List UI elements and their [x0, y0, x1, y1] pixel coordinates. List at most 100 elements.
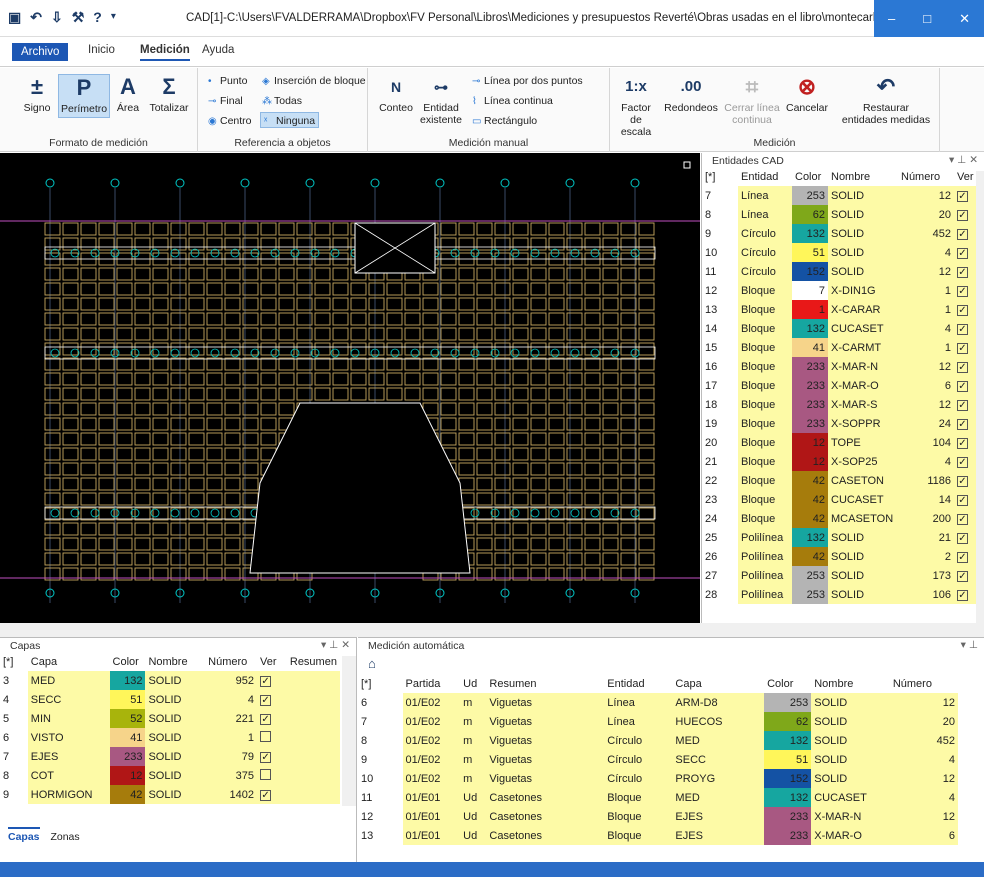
- table-row[interactable]: 25 Polilínea 132 SOLID 21 ✓: [702, 528, 984, 547]
- cad-viewport[interactable]: [0, 153, 700, 623]
- table-row[interactable]: 13 Bloque 1 X-CARAR 1 ✓: [702, 300, 984, 319]
- visible-checkbox[interactable]: ✓: [957, 418, 968, 430]
- table-row[interactable]: 28 Polilínea 253 SOLID 106 ✓: [702, 585, 984, 604]
- visible-checkbox[interactable]: ✓: [260, 675, 272, 687]
- customize-icon[interactable]: ▾: [111, 9, 116, 25]
- visible-checkbox[interactable]: ✓: [957, 266, 968, 278]
- table-row[interactable]: 24 Bloque 42 MCASETON 200 ✓: [702, 509, 984, 528]
- table-row[interactable]: 21 Bloque 12 X-SOP25 4 ✓: [702, 452, 984, 471]
- cancelar-button[interactable]: ⊗ Cancelar: [786, 74, 828, 114]
- table-row[interactable]: 9 01/E02 m Viguetas Círculo SECC 51 SOLID 4: [358, 750, 958, 769]
- close-button[interactable]: ✕: [959, 11, 970, 27]
- visible-checkbox[interactable]: ✓: [957, 494, 968, 506]
- table-row[interactable]: 9 Círculo 132 SOLID 452 ✓: [702, 224, 984, 243]
- signo-button[interactable]: ± Signo: [22, 74, 52, 114]
- table-row[interactable]: 8 Línea 62 SOLID 20 ✓: [702, 205, 984, 224]
- visible-checkbox[interactable]: ✓: [957, 456, 968, 468]
- table-row[interactable]: 8 COT 12 SOLID 375: [0, 766, 340, 785]
- table-row[interactable]: 3 MED 132 SOLID 952 ✓: [0, 671, 340, 690]
- table-row[interactable]: 6 VISTO 41 SOLID 1: [0, 728, 340, 747]
- ninguna-button[interactable]: ˣ Ninguna: [260, 112, 320, 128]
- visible-checkbox[interactable]: ✓: [957, 589, 968, 601]
- table-row[interactable]: 11 Círculo 152 SOLID 12 ✓: [702, 262, 984, 281]
- cerrar-linea-button[interactable]: ⌗ Cerrar línea continua: [722, 74, 782, 126]
- pin-icon[interactable]: ▾ ⊥ ✕: [949, 154, 978, 166]
- table-row[interactable]: 7 EJES 233 SOLID 79 ✓: [0, 747, 340, 766]
- visible-checkbox[interactable]: ✓: [957, 228, 968, 240]
- punto-button[interactable]: • Punto: [208, 73, 247, 89]
- table-row[interactable]: 26 Polilínea 42 SOLID 2 ✓: [702, 547, 984, 566]
- visible-checkbox[interactable]: [260, 768, 272, 780]
- minimize-button[interactable]: –: [888, 11, 895, 26]
- visible-checkbox[interactable]: ✓: [957, 399, 968, 411]
- insercion-button[interactable]: ◈ Inserción de bloque: [262, 73, 366, 89]
- scrollbar[interactable]: [342, 656, 356, 806]
- visible-checkbox[interactable]: ✓: [260, 713, 272, 725]
- tab-capas[interactable]: Capas: [8, 827, 40, 843]
- tab-ayuda[interactable]: Ayuda: [202, 44, 234, 56]
- table-row[interactable]: 11 01/E01 Ud Casetones Bloque MED 132 CUCASET 4: [358, 788, 958, 807]
- factor-escala-button[interactable]: 1:x Factor de escala: [614, 74, 658, 138]
- table-row[interactable]: 14 Bloque 132 CUCASET 4 ✓: [702, 319, 984, 338]
- pin-icon[interactable]: ▾ ⊥: [961, 639, 978, 651]
- todas-button[interactable]: ⁂ Todas: [262, 93, 302, 109]
- tab-zonas[interactable]: Zonas: [50, 831, 79, 843]
- table-row[interactable]: 5 MIN 52 SOLID 221 ✓: [0, 709, 340, 728]
- table-row[interactable]: 6 01/E02 m Viguetas Línea ARM-D8 253 SOLID 12: [358, 693, 958, 712]
- table-row[interactable]: 12 Bloque 7 X-DIN1G 1 ✓: [702, 281, 984, 300]
- visible-checkbox[interactable]: ✓: [957, 513, 968, 525]
- visible-checkbox[interactable]: ✓: [260, 751, 272, 763]
- visible-checkbox[interactable]: ✓: [957, 361, 968, 373]
- visible-checkbox[interactable]: ✓: [957, 380, 968, 392]
- table-row[interactable]: 18 Bloque 233 X-MAR-S 12 ✓: [702, 395, 984, 414]
- table-row[interactable]: 19 Bloque 233 X-SOPPR 24 ✓: [702, 414, 984, 433]
- table-row[interactable]: 15 Bloque 41 X-CARMT 1 ✓: [702, 338, 984, 357]
- table-row[interactable]: 7 01/E02 m Viguetas Línea HUECOS 62 SOLID 20: [358, 712, 958, 731]
- maximize-button[interactable]: □: [923, 11, 931, 26]
- visible-checkbox[interactable]: ✓: [957, 437, 968, 449]
- visible-checkbox[interactable]: ✓: [957, 285, 968, 297]
- visible-checkbox[interactable]: [260, 730, 272, 742]
- tab-inicio[interactable]: Inicio: [88, 44, 115, 56]
- linea-continua-button[interactable]: ⌇ Línea continua: [472, 93, 553, 109]
- entidad-existente-button[interactable]: ⊶ Entidad existente: [418, 74, 464, 126]
- tools-icon[interactable]: ⚒: [72, 9, 85, 25]
- tab-archivo[interactable]: Archivo: [12, 43, 69, 61]
- linea-dos-puntos-button[interactable]: ⊸ Línea por dos puntos: [472, 73, 583, 89]
- final-button[interactable]: ⊸ Final: [208, 93, 243, 109]
- table-row[interactable]: 27 Polilínea 253 SOLID 173 ✓: [702, 566, 984, 585]
- visible-checkbox[interactable]: ✓: [957, 551, 968, 563]
- tab-medicion[interactable]: Medición: [140, 44, 190, 61]
- table-row[interactable]: 10 Círculo 51 SOLID 4 ✓: [702, 243, 984, 262]
- viewport-corner-icon[interactable]: [683, 161, 691, 169]
- undo-icon[interactable]: ↶: [30, 9, 42, 25]
- help-icon[interactable]: ?: [93, 9, 102, 25]
- visible-checkbox[interactable]: ✓: [957, 532, 968, 544]
- table-row[interactable]: 12 01/E01 Ud Casetones Bloque EJES 233 X-MAR-N 1…: [358, 807, 958, 826]
- table-row[interactable]: 13 01/E01 Ud Casetones Bloque EJES 233 X-MAR-O 6: [358, 826, 958, 845]
- visible-checkbox[interactable]: ✓: [957, 247, 968, 259]
- rectangulo-button[interactable]: ▭ Rectángulo: [472, 113, 537, 129]
- table-row[interactable]: 16 Bloque 233 X-MAR-N 12 ✓: [702, 357, 984, 376]
- visible-checkbox[interactable]: ✓: [957, 304, 968, 316]
- visible-checkbox[interactable]: ✓: [957, 190, 968, 202]
- table-row[interactable]: 10 01/E02 m Viguetas Círculo PROYG 152 SOLID 12: [358, 769, 958, 788]
- visible-checkbox[interactable]: ✓: [260, 694, 272, 706]
- table-row[interactable]: 9 HORMIGON 42 SOLID 1402 ✓: [0, 785, 340, 804]
- visible-checkbox[interactable]: ✓: [957, 209, 968, 221]
- restaurar-button[interactable]: ↶ Restaurar entidades medidas: [838, 74, 934, 126]
- scrollbar[interactable]: [976, 171, 984, 623]
- visible-checkbox[interactable]: ✓: [957, 323, 968, 335]
- table-row[interactable]: 23 Bloque 42 CUCASET 14 ✓: [702, 490, 984, 509]
- visible-checkbox[interactable]: ✓: [957, 475, 968, 487]
- conteo-button[interactable]: N Conteo: [376, 74, 416, 114]
- totalizar-button[interactable]: Σ Totalizar: [146, 74, 192, 114]
- table-row[interactable]: 4 SECC 51 SOLID 4 ✓: [0, 690, 340, 709]
- table-row[interactable]: 7 Línea 253 SOLID 12 ✓: [702, 186, 984, 205]
- area-button[interactable]: A Área: [113, 74, 143, 114]
- cad-drawing[interactable]: [0, 153, 700, 623]
- table-row[interactable]: 8 01/E02 m Viguetas Círculo MED 132 SOLID 452: [358, 731, 958, 750]
- home-icon[interactable]: ⌂: [368, 656, 376, 671]
- download-icon[interactable]: ⇩: [51, 9, 63, 25]
- redondeos-button[interactable]: .00 Redondeos: [664, 74, 718, 114]
